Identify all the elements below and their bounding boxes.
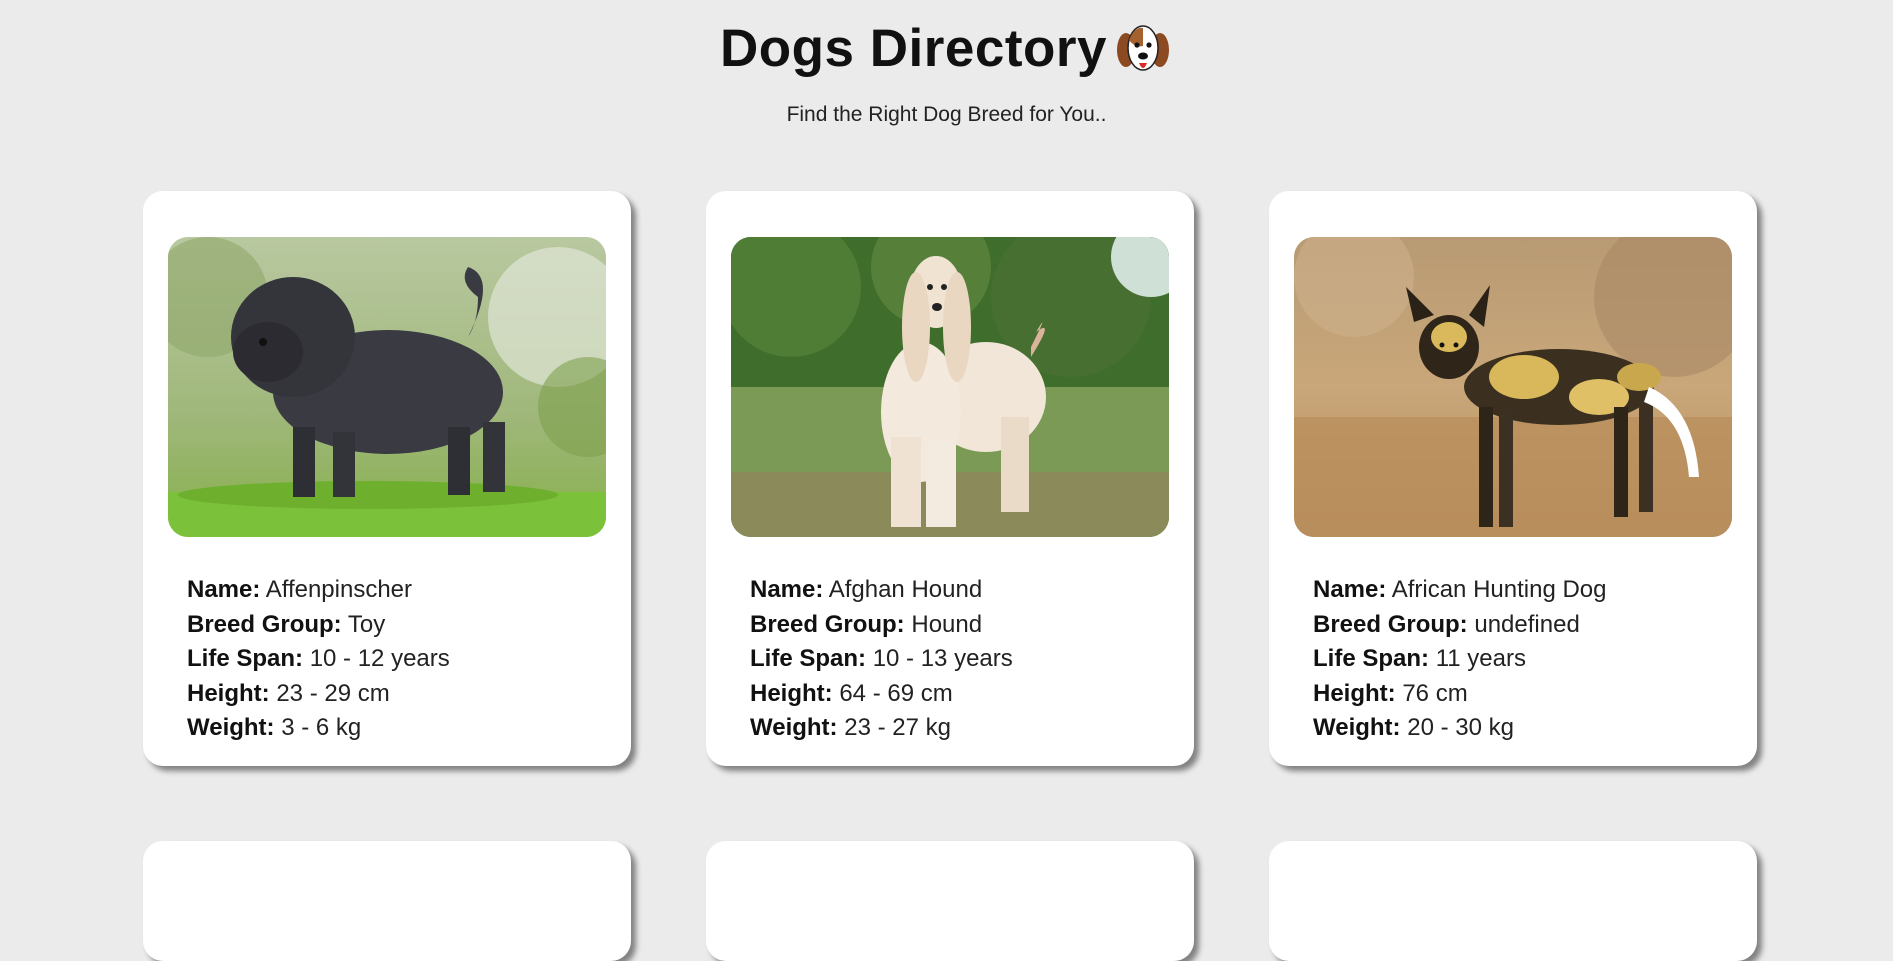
life-span-label: Life Span: — [187, 645, 304, 672]
title-row: Dogs Directory — [0, 14, 1893, 82]
breed-group-value: undefined — [1474, 610, 1580, 638]
height-row: Height: 76 cm — [1313, 677, 1606, 712]
weight-row: Weight: 20 - 30 kg — [1313, 711, 1606, 746]
name-label: Name: — [1313, 576, 1387, 603]
breed-group-value: Hound — [911, 610, 983, 638]
dog-name-row: Name: Afghan Hound — [750, 573, 1013, 608]
dog-info: Name: Affenpinscher Breed Group: Toy Lif… — [187, 573, 450, 746]
breed-group-label: Breed Group: — [187, 610, 342, 638]
weight-value: 3 - 6 kg — [281, 714, 362, 741]
breed-group-value: Toy — [347, 610, 386, 638]
height-label: Height: — [750, 679, 833, 707]
dog-name: African Hunting Dog — [1391, 576, 1607, 603]
name-label: Name: — [750, 576, 824, 603]
african-hunting-dog-photo — [1294, 237, 1732, 537]
life-span-value: 10 - 13 years — [872, 645, 1013, 672]
dog-card[interactable]: Name: African Hunting Dog Breed Group: u… — [1269, 191, 1757, 766]
life-span-label: Life Span: — [750, 645, 867, 672]
weight-label: Weight: — [187, 714, 275, 741]
height-value: 64 - 69 cm — [839, 679, 953, 707]
dog-card[interactable]: Name: Afghan Hound Breed Group: Hound Li… — [706, 191, 1194, 766]
name-label: Name: — [187, 576, 261, 603]
life-span-label: Life Span: — [1313, 645, 1430, 672]
height-value: 23 - 29 cm — [276, 679, 390, 707]
breed-group-row: Breed Group: undefined — [1313, 608, 1606, 643]
weight-label: Weight: — [750, 714, 838, 741]
breed-group-row: Breed Group: Hound — [750, 608, 1013, 643]
breed-group-label: Breed Group: — [750, 610, 905, 638]
weight-row: Weight: 3 - 6 kg — [187, 711, 450, 746]
life-span-value: 11 years — [1435, 645, 1526, 672]
weight-value: 23 - 27 kg — [844, 714, 951, 741]
affenpinscher-photo — [168, 237, 606, 537]
life-span-row: Life Span: 11 years — [1313, 642, 1606, 677]
height-value: 76 cm — [1402, 679, 1468, 707]
weight-row: Weight: 23 - 27 kg — [750, 711, 1013, 746]
dog-face-icon — [1113, 18, 1173, 78]
height-row: Height: 23 - 29 cm — [187, 677, 450, 712]
dog-card[interactable] — [1269, 841, 1757, 961]
height-label: Height: — [187, 679, 270, 707]
dog-name: Afghan Hound — [828, 576, 983, 603]
dog-card[interactable]: Name: Affenpinscher Breed Group: Toy Lif… — [143, 191, 631, 766]
weight-label: Weight: — [1313, 714, 1401, 741]
life-span-row: Life Span: 10 - 12 years — [187, 642, 450, 677]
dog-name-row: Name: Affenpinscher — [187, 573, 450, 608]
breed-group-label: Breed Group: — [1313, 610, 1468, 638]
dog-name: Affenpinscher — [265, 576, 413, 603]
dog-info: Name: Afghan Hound Breed Group: Hound Li… — [750, 573, 1013, 746]
dog-card[interactable] — [706, 841, 1194, 961]
afghan-hound-photo — [731, 237, 1169, 537]
dog-name-row: Name: African Hunting Dog — [1313, 573, 1606, 608]
breed-group-row: Breed Group: Toy — [187, 608, 450, 643]
life-span-value: 10 - 12 years — [309, 645, 450, 672]
height-label: Height: — [1313, 679, 1396, 707]
dog-card[interactable] — [143, 841, 631, 961]
page-title: Dogs Directory — [720, 18, 1107, 78]
page-subtitle: Find the Right Dog Breed for You.. — [786, 103, 1107, 126]
height-row: Height: 64 - 69 cm — [750, 677, 1013, 712]
dog-info: Name: African Hunting Dog Breed Group: u… — [1313, 573, 1606, 746]
life-span-row: Life Span: 10 - 13 years — [750, 642, 1013, 677]
weight-value: 20 - 30 kg — [1407, 714, 1514, 741]
